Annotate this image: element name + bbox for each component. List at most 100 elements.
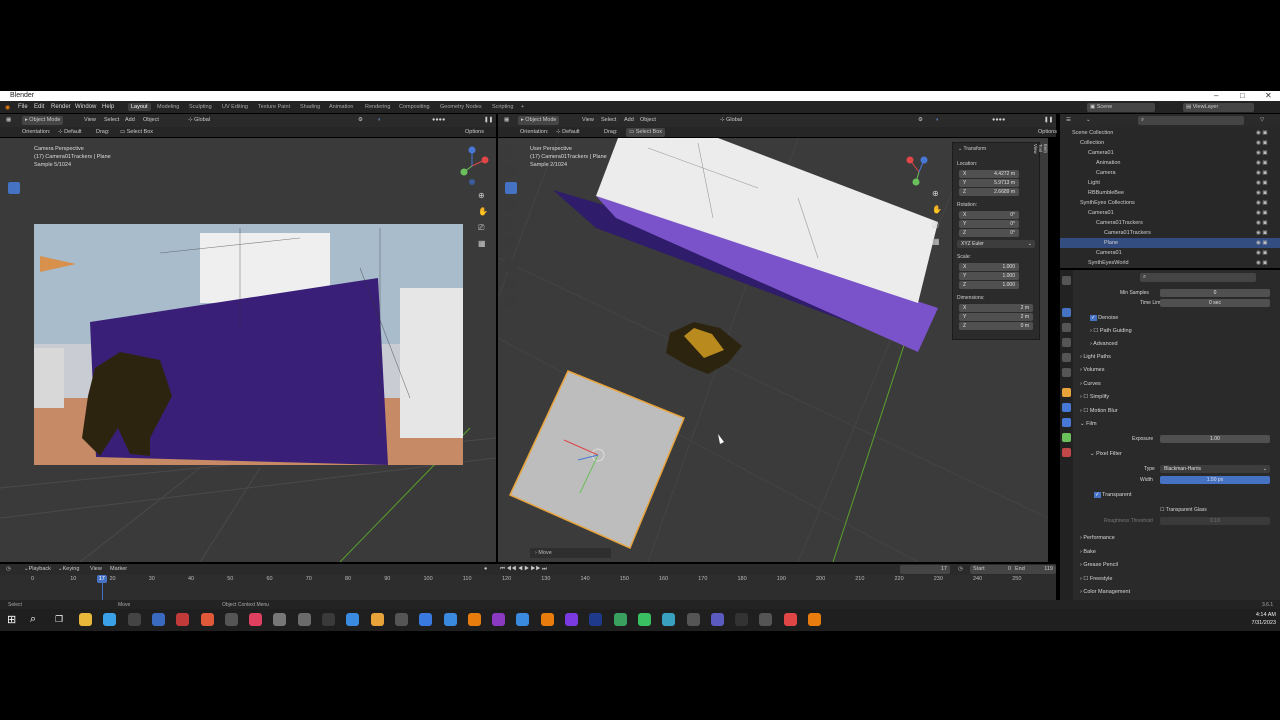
chrome-alt-icon[interactable] (783, 613, 797, 626)
measure-tool-icon[interactable] (8, 278, 20, 290)
menu-file[interactable]: File (18, 104, 28, 110)
outliner-row[interactable]: Camera01 ◉ ▣ (1060, 208, 1280, 218)
overlay-toggle-icon[interactable]: ◐ (378, 116, 381, 125)
outliner-editor-icon[interactable]: ☰ (1066, 116, 1071, 125)
dimension-z-field[interactable]: Z0 m (959, 322, 1033, 330)
perspective-toggle-icon[interactable]: ▦ (478, 236, 488, 252)
transform-tool-icon[interactable] (8, 236, 20, 248)
select-tool-icon[interactable] (8, 146, 20, 158)
obsidian-icon[interactable] (565, 613, 578, 626)
simplify-section[interactable]: › ☐ Simplify (1080, 394, 1109, 400)
menu-render[interactable]: Render (51, 104, 71, 110)
file-explorer-icon[interactable] (79, 613, 92, 626)
scale-y-field[interactable]: Y 1.000 (959, 272, 1019, 280)
scale-tool-icon[interactable] (8, 218, 20, 230)
end-frame-field[interactable]: End 119 (1012, 565, 1056, 574)
notepad-icon[interactable] (297, 613, 311, 626)
outliner-row[interactable]: Camera01Trackers ◉ ▣ (1060, 228, 1280, 238)
tab-sculpting[interactable]: Sculpting (186, 103, 215, 111)
outliner-search-input[interactable]: ⌕ (1138, 116, 1244, 125)
transparent-glass-toggle[interactable]: ☐ Transparent Glass (1160, 507, 1207, 513)
bake-section[interactable]: › Bake (1080, 549, 1096, 555)
freestyle-section[interactable]: › ☐ Freestyle (1080, 576, 1112, 582)
tab-modeling[interactable]: Modeling (154, 103, 182, 111)
render-tab-icon[interactable] (1062, 308, 1071, 317)
menu-view[interactable]: View (90, 565, 102, 574)
tab-texture-paint[interactable]: Texture Paint (255, 103, 293, 111)
outliner-row[interactable]: RBBumbleBee ◉ ▣ (1060, 188, 1280, 198)
drag-dropdown[interactable]: ▭ Select Box (120, 128, 153, 137)
tab-compositing[interactable]: Compositing (396, 103, 433, 111)
task-view-icon[interactable]: ❐ (55, 614, 63, 625)
menu-window[interactable]: Window (75, 104, 96, 110)
tab-shading[interactable]: Shading (297, 103, 323, 111)
color-management-section[interactable]: › Color Management (1080, 589, 1130, 595)
sidebar-tab-view[interactable]: View (1033, 144, 1038, 161)
rotate-tool-icon[interactable] (505, 200, 517, 212)
location-z-field[interactable]: Z 2.6689 m (959, 188, 1019, 196)
curves-section[interactable]: › Curves (1080, 381, 1101, 387)
blender-logo-icon[interactable]: ◉ (5, 104, 10, 111)
app-icon[interactable] (249, 613, 263, 626)
material-tab-icon[interactable] (1062, 448, 1071, 457)
mail-icon[interactable] (419, 613, 433, 626)
zoom-icon[interactable]: ⊕ (932, 186, 942, 202)
visibility-toggle-icon[interactable]: ◉ ▣ (1256, 258, 1268, 268)
orientation-dropdown[interactable]: ⊹ Default (556, 128, 580, 137)
measure-tool-icon[interactable] (505, 278, 517, 290)
rotation-y-field[interactable]: Y 0° (959, 220, 1019, 228)
vlc-icon[interactable] (467, 613, 481, 626)
volumes-section[interactable]: › Volumes (1080, 367, 1104, 373)
drag-dropdown[interactable]: ▭ Select Box (626, 128, 666, 137)
transform-orientation-dropdown[interactable]: ⊹ Global (720, 116, 742, 125)
add-cube-tool-icon[interactable] (505, 296, 517, 308)
perspective-toggle-icon[interactable]: ▦ (932, 234, 942, 250)
obs-icon[interactable] (224, 613, 238, 626)
menu-add[interactable]: Add (125, 116, 135, 125)
shading-solid-icon[interactable]: ●●●● (432, 116, 445, 125)
gizmo-toggle-icon[interactable]: ⚙ (358, 116, 363, 125)
move-tool-icon[interactable] (505, 182, 517, 194)
move-tool-icon[interactable] (8, 182, 20, 194)
navigation-gizmo[interactable] (902, 152, 936, 192)
calculator-icon[interactable] (322, 613, 335, 626)
playback-controls[interactable]: ⏮ ◀◀ ◀ ▶ ▶▶ ⏭ (500, 565, 547, 574)
visibility-toggle-icon[interactable]: ◉ ▣ (1256, 228, 1268, 238)
menu-object[interactable]: Object (640, 116, 656, 125)
path-guiding-toggle[interactable]: › ☐ Path Guiding (1090, 328, 1132, 334)
menu-select[interactable]: Select (601, 116, 616, 125)
terminal-icon[interactable] (127, 613, 141, 626)
gizmo-toggle-icon[interactable]: ⚙ (918, 116, 923, 125)
modifier-tab-icon[interactable] (1062, 403, 1071, 412)
particles-tab-icon[interactable] (1062, 418, 1071, 427)
zoom-icon[interactable]: ⊕ (478, 188, 488, 204)
denoise-toggle[interactable]: ✓ Denoise (1090, 315, 1118, 321)
menu-playback[interactable]: ⌄Playback (24, 565, 51, 574)
scene-selector[interactable]: ▣ Scene (1087, 103, 1155, 112)
outliner-row[interactable]: Collection ◉ ▣ (1060, 138, 1280, 148)
vpn-icon[interactable] (394, 613, 408, 626)
media-player-icon[interactable] (759, 613, 773, 626)
outliner-row[interactable]: Camera01 ◉ ▣ (1060, 248, 1280, 258)
scale-x-field[interactable]: X 1.000 (959, 263, 1019, 271)
light-paths-section[interactable]: › Light Paths (1080, 354, 1111, 360)
preview-range-icon[interactable]: ◷ (958, 565, 963, 574)
sheets-icon[interactable] (613, 613, 627, 626)
tab-rendering[interactable]: Rendering (362, 103, 393, 111)
camera-view-icon[interactable]: ⎚ (932, 218, 942, 234)
outliner-row[interactable]: Light ◉ ▣ (1060, 178, 1280, 188)
pause-render-icon[interactable]: ❚❚ (1044, 116, 1053, 125)
timeline-ruler[interactable]: 0 10 20 30 40 50 60 70 80 90 100 110 120 130 140 150 160… (0, 575, 1056, 585)
menu-object[interactable]: Object (143, 116, 159, 125)
teams-icon[interactable] (710, 613, 724, 626)
visibility-toggle-icon[interactable]: ◉ ▣ (1256, 218, 1268, 228)
visibility-toggle-icon[interactable]: ◉ ▣ (1256, 158, 1268, 168)
transparent-toggle[interactable]: ✓ Transparent (1094, 492, 1132, 498)
visibility-toggle-icon[interactable]: ◉ ▣ (1256, 178, 1268, 188)
spotify-icon[interactable] (637, 613, 651, 626)
menu-edit[interactable]: Edit (34, 104, 44, 110)
current-frame-field[interactable]: 17 (900, 565, 950, 574)
tab-uv-editing[interactable]: UV Editing (219, 103, 251, 111)
orientation-dropdown[interactable]: ⊹ Default (58, 128, 82, 137)
dimension-y-field[interactable]: Y2 m (959, 313, 1033, 321)
